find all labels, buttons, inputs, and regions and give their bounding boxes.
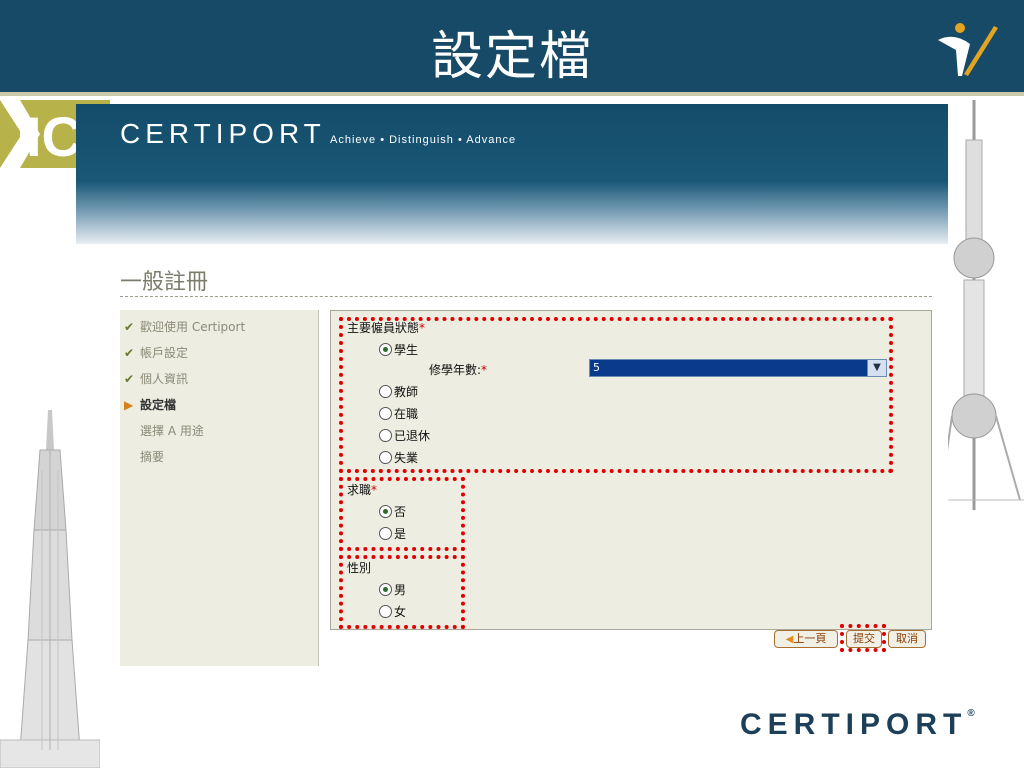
arrow-right-icon: ▶: [124, 398, 134, 412]
badge-text: IC: [26, 105, 82, 168]
certiport-tagline: Achieve • Distinguish • Advance: [330, 134, 517, 146]
site-banner: CERTIPORT Achieve • Distinguish • Advanc…: [76, 104, 948, 244]
job-seeking-highlight: [339, 477, 465, 551]
sidebar-item-label: 設定檔: [140, 398, 177, 412]
slide-title-bar: 設定檔: [0, 0, 1024, 96]
cancel-button[interactable]: 取消: [888, 630, 926, 648]
gender-highlight: [339, 555, 465, 629]
sidebar-item-welcome[interactable]: ✔ 歡迎使用 Certiport: [124, 318, 245, 335]
registered-mark: ®: [967, 708, 975, 719]
certiport-figure-icon: [938, 23, 998, 76]
sidebar-item-summary[interactable]: 摘要: [140, 448, 164, 465]
check-icon: ✔: [124, 320, 135, 334]
footer-certiport-logo: CERTIPORT®: [740, 708, 975, 741]
registration-screenshot: CERTIPORT Achieve • Distinguish • Advanc…: [76, 104, 948, 668]
step-sidebar: ✔ 歡迎使用 Certiport ✔ 帳戶設定 ✔ 個人資訊 ▶ 設定檔 選擇 A 用途…: [120, 310, 319, 666]
heading-divider: [120, 296, 932, 297]
sidebar-item-label: 歡迎使用 Certiport: [140, 320, 246, 334]
prev-button[interactable]: ◀上一頁: [774, 630, 838, 648]
certiport-logo[interactable]: CERTIPORT: [120, 118, 326, 150]
sidebar-item-select-purpose[interactable]: 選擇 A 用途: [140, 422, 204, 439]
tv-tower-illustration: [940, 100, 1024, 510]
slide-title: 設定檔: [430, 27, 593, 87]
status-highlight: [339, 317, 893, 473]
sidebar-item-label: 個人資訊: [140, 372, 189, 386]
sidebar-item-personal-info[interactable]: ✔ 個人資訊: [124, 370, 188, 387]
page-title: 一般註冊: [120, 270, 209, 295]
submit-highlight: [840, 624, 886, 652]
sidebar-item-label: 摘要: [140, 450, 165, 464]
sidebar-item-label: 選擇 A 用途: [140, 424, 204, 438]
sidebar-item-profile[interactable]: ▶ 設定檔: [124, 396, 176, 413]
check-icon: ✔: [124, 346, 135, 360]
check-icon: ✔: [124, 372, 135, 386]
sidebar-item-label: 帳戶設定: [140, 346, 189, 360]
profile-form: 主要僱員狀態* 學生 修學年數:* 5 ▼ 教師 在職 已退休 失業 求職* 否: [330, 310, 932, 630]
sidebar-item-account[interactable]: ✔ 帳戶設定: [124, 344, 188, 361]
